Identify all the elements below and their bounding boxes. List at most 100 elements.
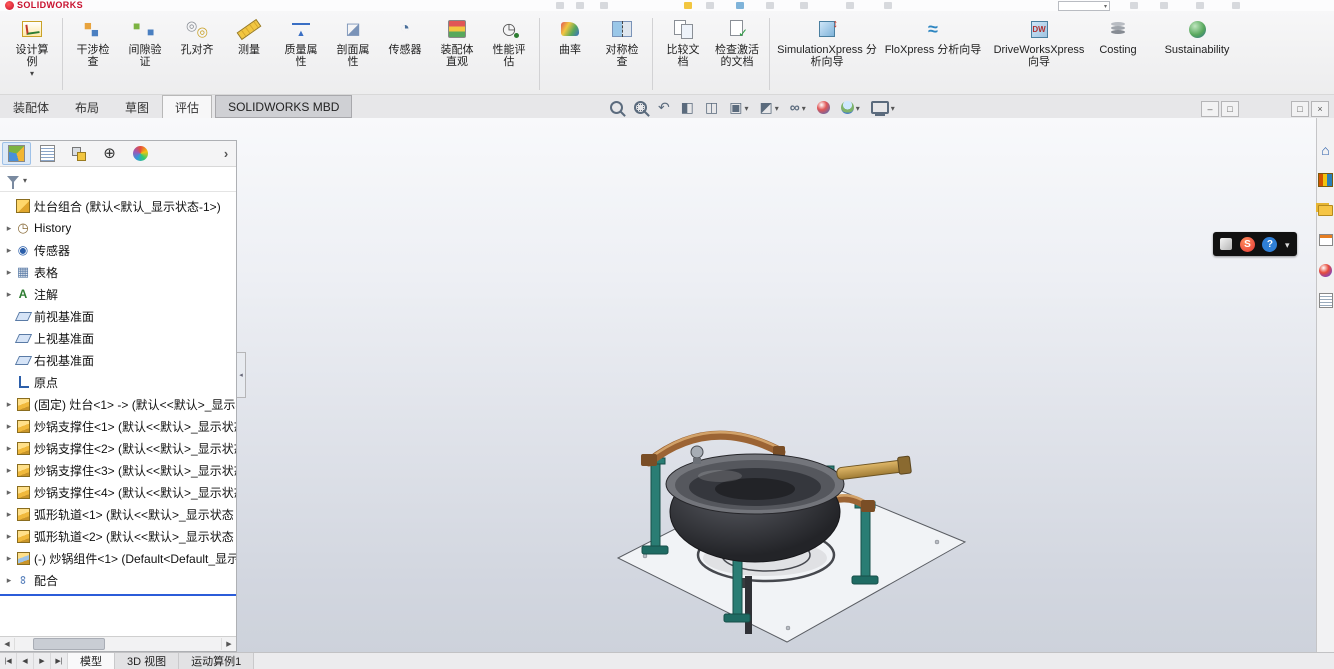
design-study-button[interactable]: 设计算例 xyxy=(6,14,58,78)
sustainability-button[interactable]: Sustainability xyxy=(1144,14,1250,58)
rollback-bar[interactable] xyxy=(0,594,236,596)
sensor-button[interactable]: 传感器 xyxy=(379,14,431,58)
dropdown-caret-icon[interactable] xyxy=(891,98,895,116)
tree-item-top-plane[interactable]: 上视基准面 xyxy=(0,327,236,349)
simulationxpress-button[interactable]: SimulationXpress 分析向导 xyxy=(774,14,880,70)
help-icon[interactable]: ? xyxy=(1262,236,1278,252)
file-explorer-icon[interactable] xyxy=(1318,202,1334,218)
tree-item-component-support-1[interactable]: 炒锅支撑住<1> (默认<<默认>_显示状态 1>) xyxy=(0,415,236,437)
expand-arrow-icon[interactable] xyxy=(3,553,15,564)
tree-item-tables[interactable]: 表格 xyxy=(0,261,236,283)
search-box[interactable]: ▾ xyxy=(1058,1,1110,11)
hide-show-items-button[interactable] xyxy=(790,98,806,116)
scroll-right-icon[interactable]: ▶ xyxy=(221,638,236,650)
clearance-verify-button[interactable]: 间隙验证 xyxy=(119,14,171,70)
first-tab-button[interactable]: |◀ xyxy=(0,653,17,669)
tree-item-component-arc-rail-1[interactable]: 弧形轨道<1> (默认<<默认>_显示状态 1>) xyxy=(0,503,236,525)
wok[interactable] xyxy=(665,453,845,563)
expand-arrow-icon[interactable] xyxy=(3,575,15,586)
model-wok-stove-assembly[interactable] xyxy=(585,408,1015,653)
expand-arrow-icon[interactable] xyxy=(3,509,15,520)
edit-appearance-button[interactable] xyxy=(816,100,830,114)
measure-button[interactable]: 测量 xyxy=(223,14,275,58)
hole-alignment-button[interactable]: 孔对齐 xyxy=(171,14,223,58)
panel-horizontal-scrollbar[interactable]: ◀ ▶ xyxy=(0,636,236,651)
dropdown-caret-icon[interactable] xyxy=(802,98,806,116)
tree-item-component-stove[interactable]: (固定) 灶台<1> -> (默认<<默认>_显示状态 1>) xyxy=(0,393,236,415)
minimize-document-button[interactable]: – xyxy=(1201,101,1219,117)
tree-item-origin[interactable]: 原点 xyxy=(0,371,236,393)
expand-arrow-icon[interactable] xyxy=(3,399,15,410)
filter-dropdown-caret-icon[interactable] xyxy=(23,170,27,188)
expand-arrow-icon[interactable] xyxy=(3,443,15,454)
tree-item-history[interactable]: History xyxy=(0,217,236,239)
tree-item-annotations[interactable]: 注解 xyxy=(0,283,236,305)
tree-item-component-support-2[interactable]: 炒锅支撑住<2> (默认<<默认>_显示状态 1>) xyxy=(0,437,236,459)
restore-document-button[interactable]: □ xyxy=(1221,101,1239,117)
tree-item-component-support-3[interactable]: 炒锅支撑住<3> (默认<<默认>_显示状态 1>) xyxy=(0,459,236,481)
next-tab-button[interactable]: ▶ xyxy=(34,653,51,669)
check-active-document-button[interactable]: 检查激活的文档 xyxy=(709,14,765,70)
view-orientation-button[interactable] xyxy=(729,98,748,116)
close-window-button[interactable]: × xyxy=(1311,101,1329,117)
floxpress-button[interactable]: FloXpress 分析向导 xyxy=(880,14,986,58)
mass-properties-button[interactable]: 质量属性 xyxy=(275,14,327,70)
custom-properties-icon[interactable] xyxy=(1318,292,1334,308)
scroll-left-icon[interactable]: ◀ xyxy=(0,638,15,650)
dropdown-caret-icon[interactable] xyxy=(856,98,860,116)
tab-dimxpertmanager[interactable] xyxy=(95,142,124,165)
tree-item-component-arc-rail-2[interactable]: 弧形轨道<2> (默认<<默认>_显示状态 1>) xyxy=(0,525,236,547)
wok-handle[interactable] xyxy=(836,455,912,482)
expand-arrow-icon[interactable] xyxy=(3,245,15,256)
tree-item-component-support-4[interactable]: 炒锅支撑住<4> (默认<<默认>_显示状态 1>) xyxy=(0,481,236,503)
tree-item-mates[interactable]: 配合 xyxy=(0,569,236,591)
home-icon[interactable] xyxy=(1318,142,1334,158)
tree-item-front-plane[interactable]: 前视基准面 xyxy=(0,305,236,327)
interference-check-button[interactable]: 干涉检查 xyxy=(67,14,119,70)
view-palette-icon[interactable] xyxy=(1318,232,1334,248)
filter-funnel-icon[interactable] xyxy=(7,175,19,189)
dropdown-caret-icon[interactable] xyxy=(30,68,34,76)
floating-app-icon[interactable] xyxy=(1220,238,1233,250)
tab-displaymanager[interactable] xyxy=(126,142,155,165)
appearances-icon[interactable] xyxy=(1318,262,1334,278)
s-logo-icon[interactable]: S xyxy=(1239,236,1255,252)
section-view-button[interactable] xyxy=(681,100,694,114)
expand-arrow-icon[interactable] xyxy=(3,421,15,432)
zoom-to-area-button[interactable] xyxy=(634,100,647,114)
tab-solidworks-mbd[interactable]: SOLIDWORKS MBD xyxy=(215,95,353,118)
previous-tab-button[interactable]: ◀ xyxy=(17,653,34,669)
tab-3d-views[interactable]: 3D 视图 xyxy=(115,653,180,669)
display-style-button[interactable] xyxy=(759,98,778,116)
tab-assembly[interactable]: 装配体 xyxy=(0,95,62,118)
curvature-button[interactable]: 曲率 xyxy=(544,14,596,58)
dropdown-caret-icon[interactable] xyxy=(775,98,779,116)
expand-arrow-icon[interactable] xyxy=(3,267,15,278)
symmetry-check-button[interactable]: 对称检查 xyxy=(596,14,648,70)
panel-flyout-chevron-icon[interactable] xyxy=(218,145,234,163)
tab-propertymanager[interactable] xyxy=(33,142,62,165)
panel-splitter-handle[interactable] xyxy=(237,352,246,398)
tab-configurationmanager[interactable] xyxy=(64,142,93,165)
expand-arrow-icon[interactable] xyxy=(3,223,15,234)
performance-evaluation-button[interactable]: 性能评估 xyxy=(483,14,535,70)
apply-scene-button[interactable] xyxy=(840,98,860,116)
previous-view-button[interactable] xyxy=(658,100,670,114)
expand-arrow-icon[interactable] xyxy=(3,487,15,498)
tab-evaluate[interactable]: 评估 xyxy=(162,95,213,118)
section-properties-button[interactable]: 剖面属性 xyxy=(327,14,379,70)
display-pane-button[interactable] xyxy=(705,100,718,114)
tab-model[interactable]: 模型 xyxy=(68,653,115,669)
costing-button[interactable]: Costing xyxy=(1092,14,1144,58)
expand-arrow-icon[interactable] xyxy=(3,531,15,542)
view-settings-button[interactable] xyxy=(870,98,895,116)
tree-item-sensors[interactable]: 传感器 xyxy=(0,239,236,261)
assembly-visualization-button[interactable]: 装配体直观 xyxy=(431,14,483,70)
dropdown-caret-icon[interactable] xyxy=(744,98,748,116)
expand-arrow-icon[interactable] xyxy=(3,289,15,300)
wok-knob[interactable] xyxy=(690,445,704,459)
tree-item-right-plane[interactable]: 右视基准面 xyxy=(0,349,236,371)
tree-item-subassembly-wok[interactable]: (-) 炒锅组件<1> (Default<Default_显示状态 1>) xyxy=(0,547,236,569)
expand-arrow-icon[interactable] xyxy=(3,465,15,476)
floating-menu-caret-icon[interactable] xyxy=(1285,235,1290,253)
